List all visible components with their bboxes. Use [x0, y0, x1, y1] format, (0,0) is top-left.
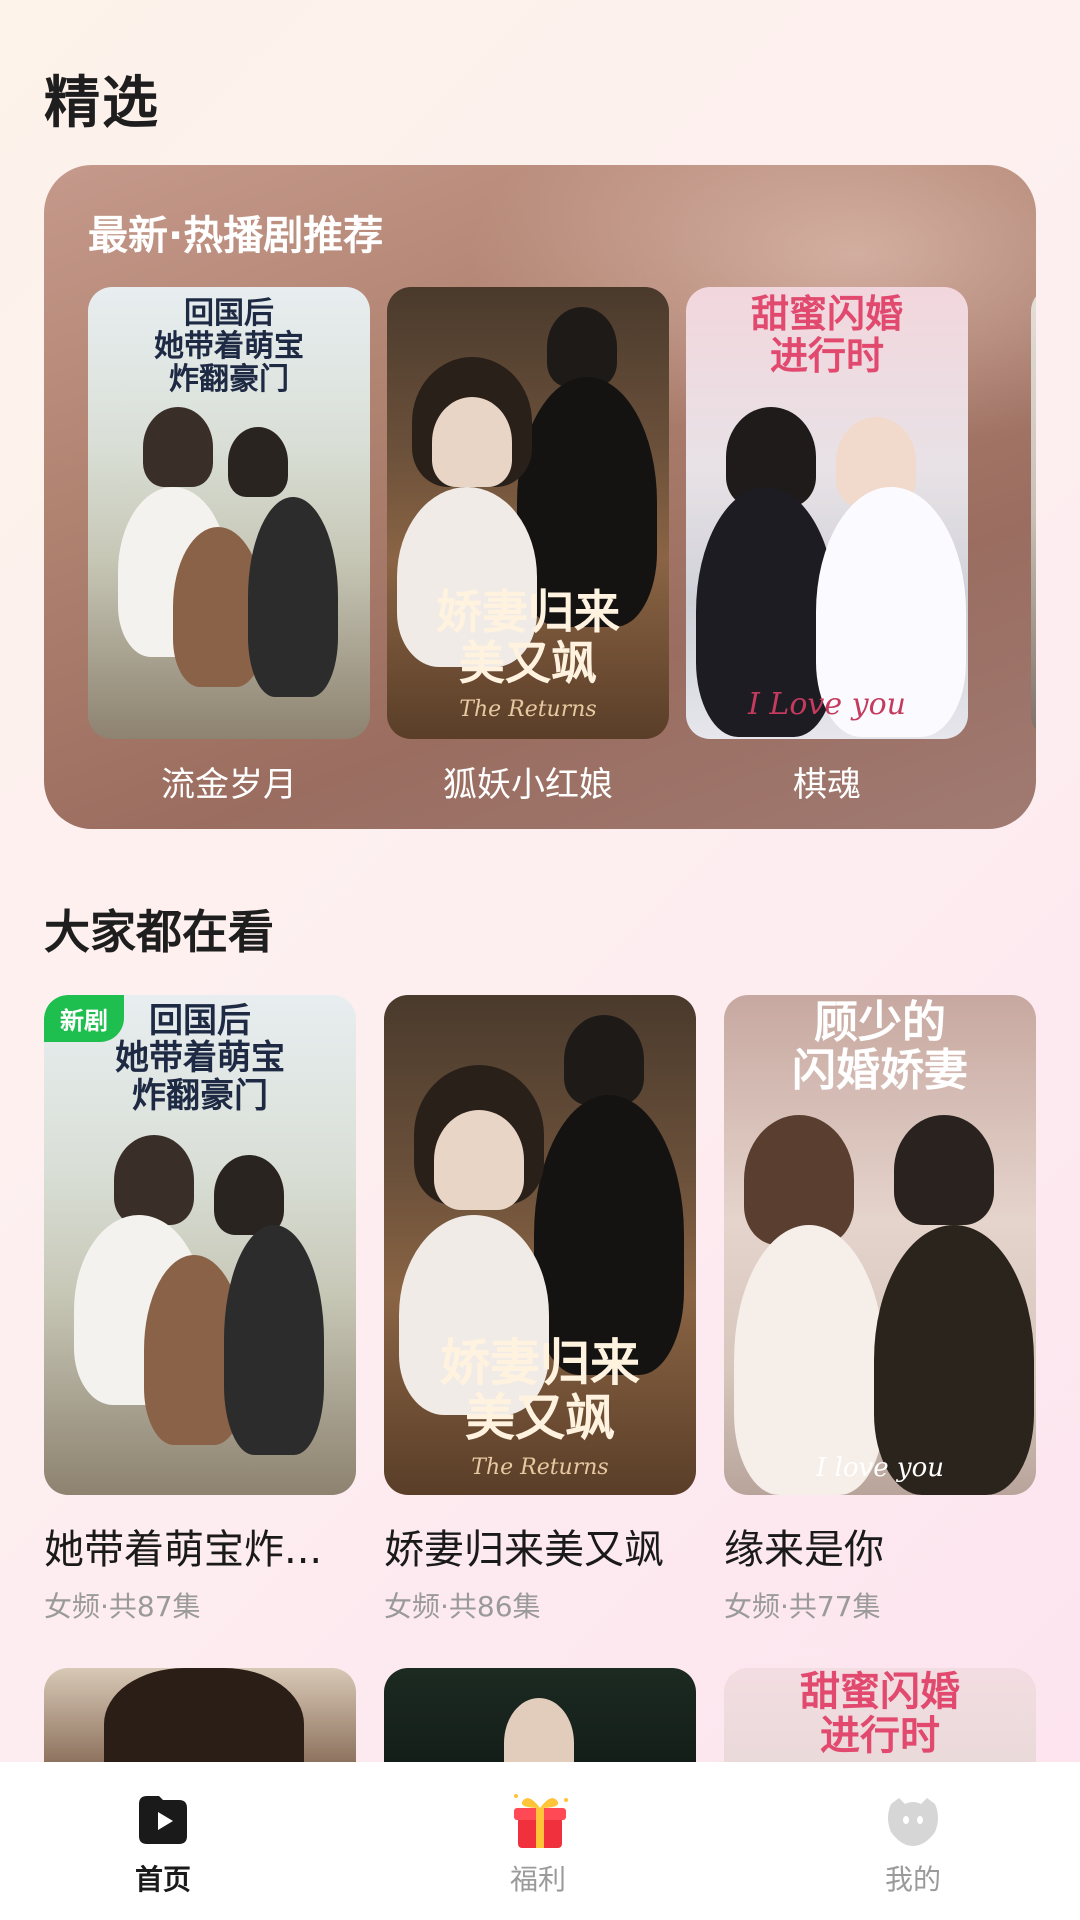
drama-meta: 女频·共77集	[724, 1590, 881, 1623]
drama-meta: 女频·共87集	[44, 1590, 201, 1623]
page-title: 精选	[44, 71, 160, 136]
drama-meta: 女频·共86集	[384, 1590, 541, 1623]
drama-poster[interactable]: 回国后 她带着萌宝 炸翻豪门 新剧	[44, 995, 356, 1495]
drama-card[interactable]: 顾少的 闪婚娇妻 I love you 缘来是你 女频·共77集	[724, 995, 1036, 1625]
poster-subtitle: The Returns	[471, 1455, 609, 1480]
nav-label: 我的	[884, 1863, 941, 1896]
poster-title: 甜蜜闪婚 进行时	[750, 291, 903, 378]
drama-title[interactable]: 缘来是你	[724, 1517, 1036, 1575]
drama-card[interactable]: 回国后 她带着萌宝 炸翻豪门 新剧 她带着萌宝炸... 女频·共87集	[44, 995, 356, 1625]
poster-title: 娇妻归来 美又飒	[440, 1333, 640, 1447]
nav-welfare[interactable]: 福利	[438, 1762, 638, 1920]
nav-home[interactable]: 首页	[63, 1762, 263, 1920]
featured-item-label: 流金岁月	[161, 765, 297, 805]
featured-item-label: 棋魂	[793, 765, 861, 805]
poster-subtitle: The Returns	[459, 697, 597, 722]
drama-title[interactable]: 她带着萌宝炸...	[44, 1517, 356, 1575]
new-badge: 新剧	[44, 995, 124, 1042]
drama-poster[interactable]: 娇妻归来 美又飒 The Returns	[387, 287, 669, 739]
poster-subtitle: I Love you	[748, 687, 906, 722]
featured-item-label: 狐妖小红娘	[443, 765, 613, 805]
popular-next-row: 甜蜜闪婚 进行时	[44, 1668, 1036, 1763]
drama-poster[interactable]: 回国后 她带着萌宝 炸翻豪门	[88, 287, 370, 739]
section-title: 大家都在看	[44, 905, 274, 959]
featured-next-poster[interactable]	[1031, 287, 1036, 739]
featured-item[interactable]: 娇妻归来 美又飒 The Returns 狐妖小红娘	[387, 287, 669, 806]
poster-title: 娇妻归来 美又飒	[436, 585, 620, 690]
featured-carousel[interactable]: 回国后 她带着萌宝 炸翻豪门 流金岁月 娇妻归来 美又飒 The Returns…	[88, 287, 1036, 807]
featured-title: 最新·热播剧推荐	[88, 213, 384, 259]
featured-card: 最新·热播剧推荐 回国后 她带着萌宝 炸翻豪门 流金岁月 娇妻归来 美又飒 Th…	[44, 165, 1036, 829]
nav-label: 首页	[134, 1863, 191, 1896]
nav-mine[interactable]: 我的	[813, 1762, 1013, 1920]
profile-icon	[883, 1790, 943, 1850]
play-icon	[133, 1790, 193, 1850]
featured-item[interactable]: 甜蜜闪婚 进行时 I Love you 棋魂	[686, 287, 968, 806]
drama-poster[interactable]: 甜蜜闪婚 进行时	[724, 1668, 1036, 1763]
featured-item[interactable]: 回国后 她带着萌宝 炸翻豪门 流金岁月	[88, 287, 370, 806]
drama-poster[interactable]: 顾少的 闪婚娇妻 I love you	[724, 995, 1036, 1495]
drama-poster[interactable]: 娇妻归来 美又飒 The Returns	[384, 995, 696, 1495]
drama-poster[interactable]	[384, 1668, 696, 1763]
bottom-nav: 首页 福利 我的	[0, 1762, 1080, 1920]
poster-title: 顾少的 闪婚娇妻	[792, 997, 968, 1097]
poster-title: 甜蜜闪婚 进行时	[800, 1668, 960, 1759]
poster-title: 回国后 她带着萌宝 炸翻豪门	[154, 296, 304, 397]
poster-subtitle: I love you	[816, 1453, 944, 1483]
drama-poster[interactable]	[44, 1668, 356, 1763]
drama-poster[interactable]: 甜蜜闪婚 进行时 I Love you	[686, 287, 968, 739]
gift-icon	[508, 1790, 568, 1850]
drama-card[interactable]: 娇妻归来 美又飒 The Returns 娇妻归来美又飒 女频·共86集	[384, 995, 696, 1625]
nav-label: 福利	[509, 1863, 566, 1896]
drama-title[interactable]: 娇妻归来美又飒	[384, 1517, 696, 1575]
